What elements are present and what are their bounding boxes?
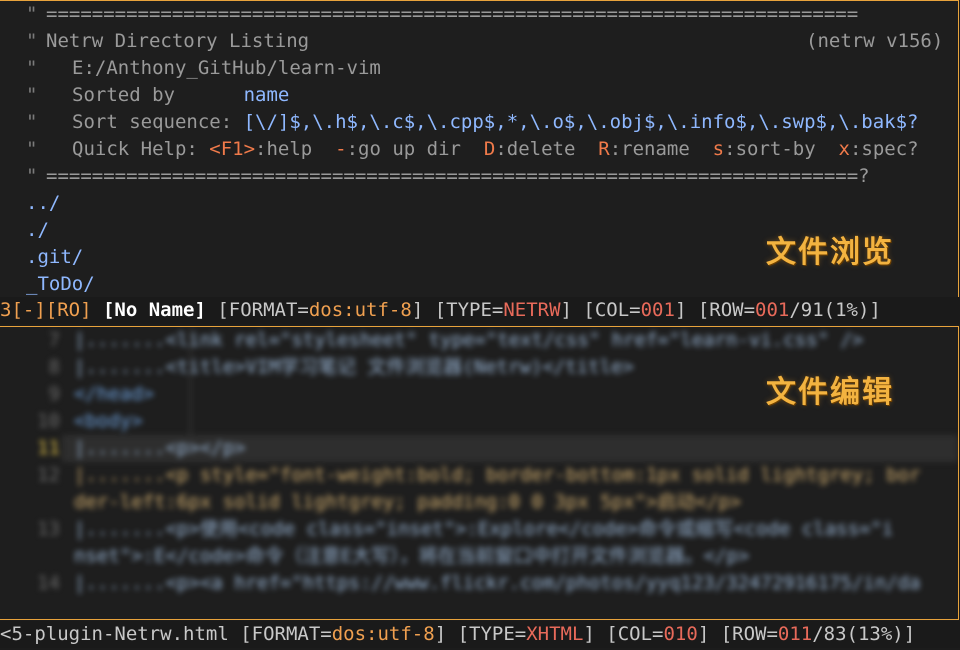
editor-status-line: <5-plugin-Netrw.html [FORMAT=dos:utf-8] … [0, 621, 960, 648]
type-value: NETRW [503, 299, 561, 321]
line-number: 7 [48, 329, 60, 351]
quick-help-row: Quick Help: <F1>:help -:go up dir D:dele… [72, 136, 919, 163]
code-line: |.......<p>使用<code class="inset">:Explor… [74, 518, 894, 540]
code-line: </head> [74, 383, 155, 405]
buffer-name: [No Name] [102, 299, 206, 321]
line-number: 13 [37, 518, 60, 540]
status-prefix: 3[-][RO] [0, 299, 103, 321]
type-label: ] [TYPE= [411, 299, 504, 321]
current-line-number: 11 [37, 437, 60, 459]
format-value: dos:utf-8 [308, 299, 412, 321]
editor-pane[interactable]: 7 8 9 10 11 12 13 14 |.......<link rel="… [0, 326, 959, 620]
line-number: 14 [37, 572, 60, 594]
col-label: ] [COL= [583, 623, 664, 645]
row-total: /83(13%)] [812, 623, 916, 645]
footer-separator: ========================================… [46, 165, 870, 187]
format-value: dos:utf-8 [331, 623, 435, 645]
netrw-version: (netrw v156) [806, 30, 944, 52]
dir-entry-current[interactable]: ./ [26, 217, 49, 244]
dir-entry-git[interactable]: .git/ [26, 244, 83, 271]
file-edit-label: 文件编辑 [766, 375, 894, 410]
gutter-quote: " [26, 30, 38, 52]
gutter-quote: " [26, 111, 38, 133]
code-line: |.......<p style="font-weight:bold; bord… [74, 464, 921, 486]
type-value: XHTML [526, 623, 584, 645]
line-number: 9 [48, 383, 60, 405]
quick-help-key: D [483, 138, 496, 160]
netrw-status-line: 3[-][RO] [No Name] [FORMAT=dos:utf-8] [T… [0, 297, 960, 324]
row-value: 001 [755, 299, 790, 321]
netrw-pane[interactable]: " " " " " " " ==========================… [0, 0, 959, 298]
gutter-quote: " [26, 138, 38, 160]
line-number: 10 [37, 410, 60, 432]
dir-entry-parent[interactable]: ../ [26, 190, 60, 217]
header-separator: ========================================… [46, 3, 859, 25]
code-line: |.......<p><a href="https://www.flickr.c… [74, 572, 921, 594]
col-value: 001 [640, 299, 675, 321]
quick-help-text: :help [255, 138, 336, 160]
netrw-path: E:/Anthony_GitHub/learn-vim [72, 57, 381, 79]
sort-sequence-label: Sort sequence: [72, 111, 244, 133]
line-number: 8 [48, 356, 60, 378]
row-total: /91(1%)] [789, 299, 881, 321]
row-value: 011 [777, 623, 813, 645]
gutter-quote: " [26, 84, 38, 106]
row-label: ] [ROW= [674, 299, 756, 321]
code-line: der-left:6px solid lightgrey; padding:0 … [74, 491, 742, 513]
gutter-quote: " [26, 165, 38, 187]
quick-help-key: <F1> [209, 138, 256, 160]
type-label: ] [TYPE= [434, 623, 527, 645]
sorted-by-label: Sorted by [72, 84, 244, 106]
quick-help-key: x [838, 138, 850, 160]
dir-entry-todo[interactable]: _ToDo/ [26, 271, 95, 297]
quick-help-text: :delete [495, 138, 599, 160]
quick-help-text: :spec? [849, 138, 919, 160]
code-line: |.......<title>VIM学习笔记 文件浏览器(Netrw)</tit… [74, 356, 634, 378]
code-line: |.......<p></p> [74, 437, 246, 459]
format-label: [FORMAT= [228, 623, 332, 645]
quick-help-key: R [598, 138, 610, 160]
format-label: [FORMAT= [205, 299, 309, 321]
code-line: |.......<link rel="stylesheet" type="tex… [74, 329, 864, 351]
quick-help-key: s [712, 138, 725, 160]
quick-help-text: :rename [609, 138, 713, 160]
file-browse-label: 文件浏览 [766, 235, 894, 270]
sorted-by-row: Sorted by name [72, 82, 289, 109]
sorted-by-value: name [243, 84, 290, 106]
quick-help-text: :sort-by [724, 138, 839, 160]
line-number: 12 [37, 464, 60, 486]
col-value: 010 [663, 623, 698, 645]
sort-sequence-row: Sort sequence: [\/]$,\.h$,\.c$,\.cpp$,*,… [72, 109, 919, 136]
sort-sequence-value: [\/]$,\.h$,\.c$,\.cpp$,*,\.o$,\.obj$,\.i… [243, 111, 919, 133]
file-name: <5-plugin-Netrw.html [0, 623, 229, 645]
gutter-quote: " [26, 3, 38, 25]
quick-help-text: :go up dir [346, 138, 484, 160]
row-label: ] [ROW= [697, 623, 778, 645]
col-label: ] [COL= [560, 299, 641, 321]
gutter-quote: " [26, 57, 38, 79]
code-line: nset">:E</code>命令（注意E大写），将在当前窗口中打开文件浏览器。… [74, 545, 750, 567]
code-line: <body> [74, 410, 143, 432]
quick-help-key: - [335, 138, 347, 160]
netrw-title: Netrw Directory Listing [46, 30, 310, 52]
quick-help-label: Quick Help: [72, 138, 210, 160]
